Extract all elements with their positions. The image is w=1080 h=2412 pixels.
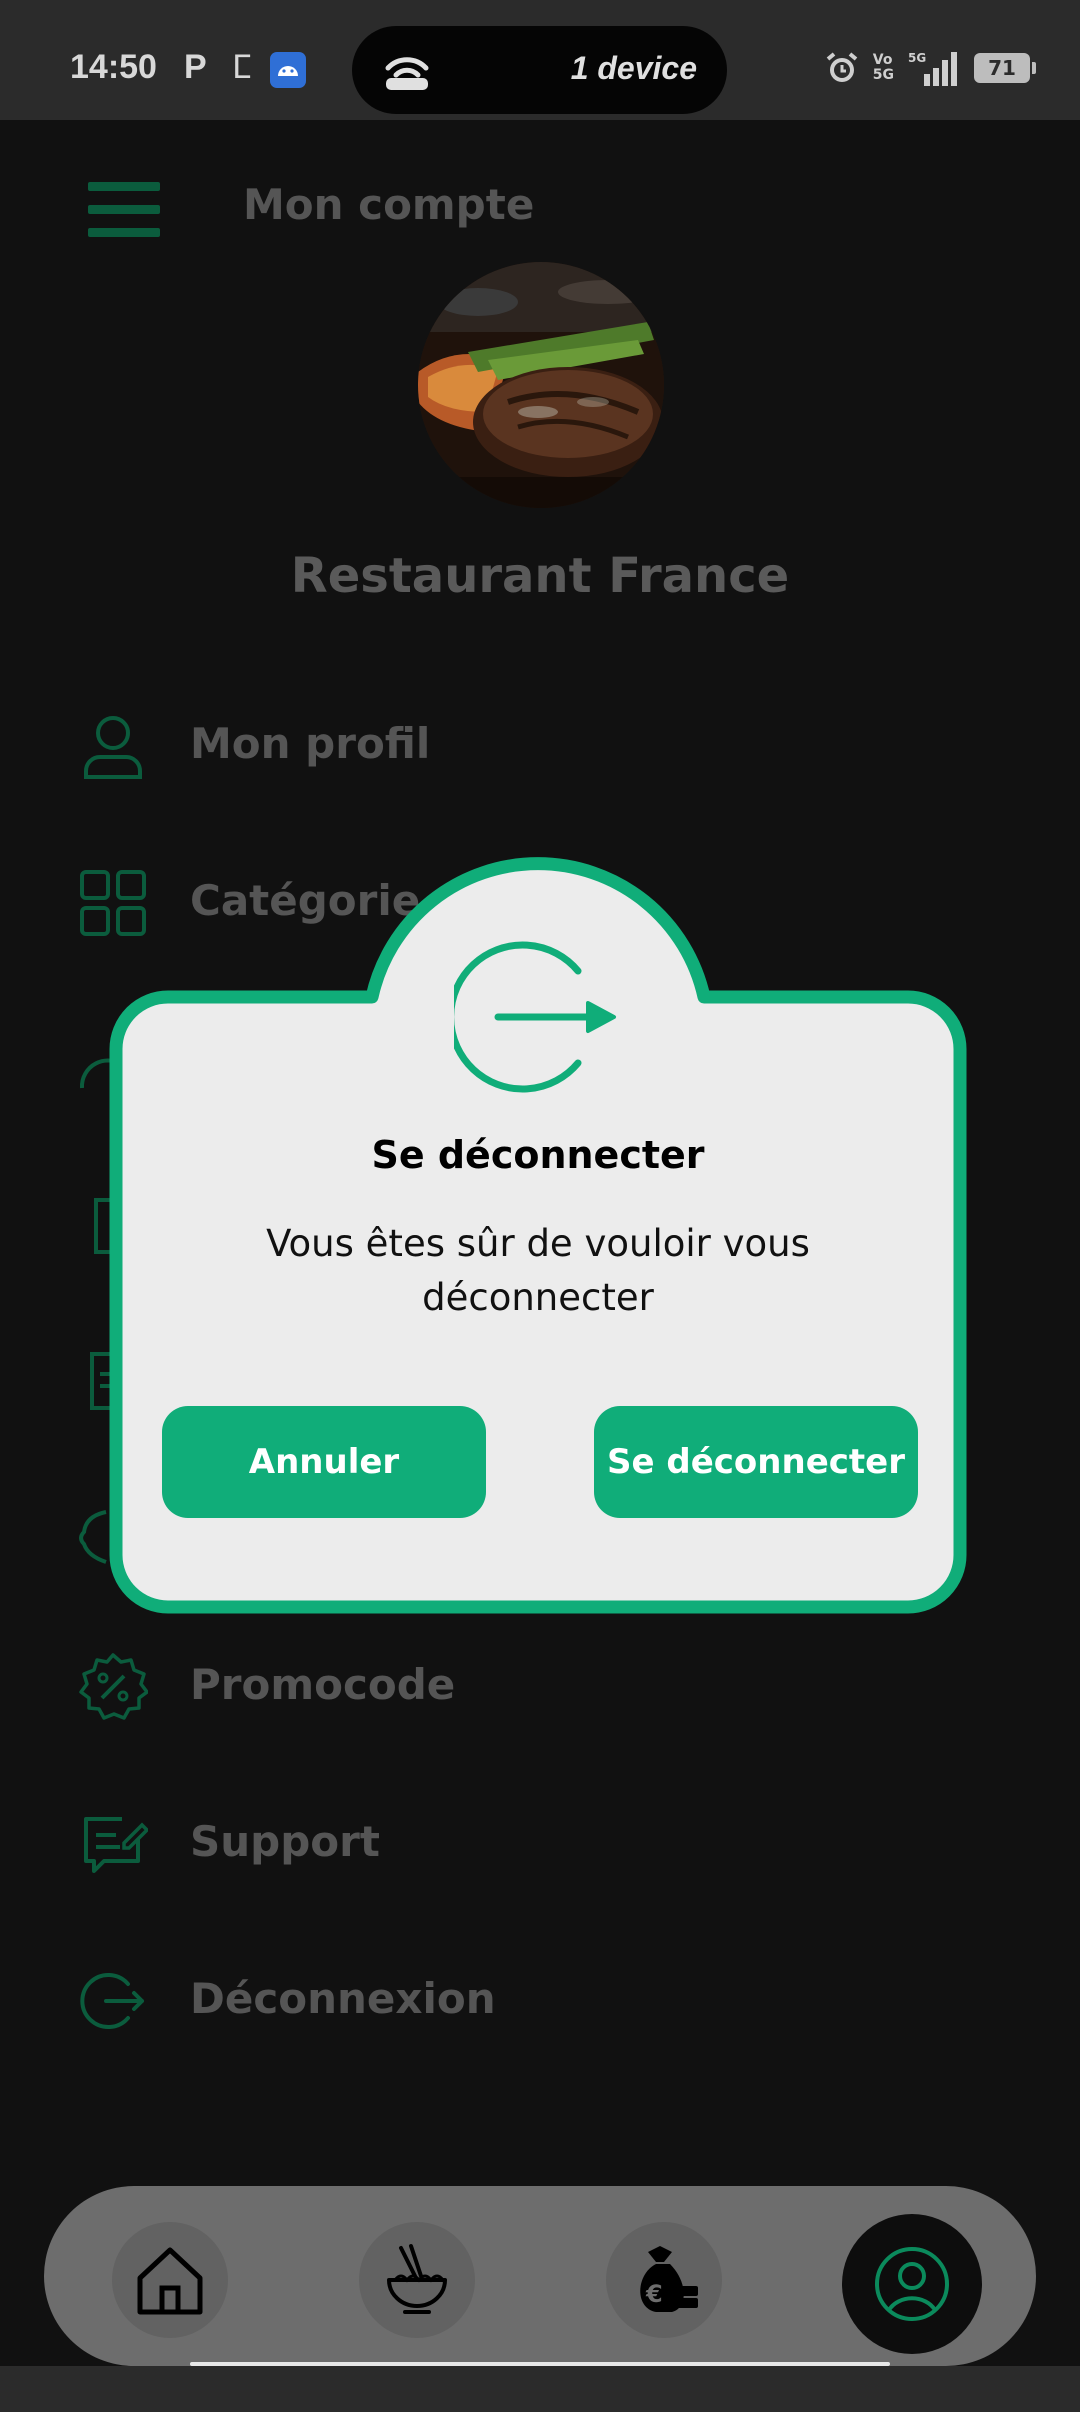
logout-dialog: Se déconnecter Vous êtes sûr de vouloir … (104, 855, 972, 1620)
menu-item-label: Mon profil (190, 719, 431, 768)
restaurant-name: Restaurant France (290, 548, 790, 604)
logout-icon (80, 1973, 144, 2029)
menu-item-deconnexion[interactable]: Déconnexion (78, 1956, 978, 2046)
status-bar: 14:50 P ⵎ 1 device Vo 5G 5G 71 (0, 0, 1080, 120)
hamburger-menu-icon[interactable] (88, 182, 160, 238)
menu-item-support[interactable]: Support (78, 1799, 978, 1889)
money-bag-euro-icon: € (640, 2246, 698, 2312)
food-bowl-icon (387, 2244, 447, 2314)
home-icon (137, 2247, 203, 2315)
svg-text:5G: 5G (908, 51, 926, 65)
svg-text:€: € (645, 2280, 663, 2308)
logout-icon (454, 941, 616, 1093)
bottom-navigation: € (44, 2186, 1036, 2366)
dialog-title: Se déconnecter (371, 1133, 705, 1177)
cancel-button[interactable]: Annuler (162, 1406, 486, 1518)
android-icon (270, 52, 306, 88)
nav-account-button[interactable] (842, 2214, 982, 2354)
menu-item-label: Support (190, 1817, 380, 1866)
hotspot-indicator[interactable]: 1 device (352, 26, 727, 114)
nav-food-button[interactable] (359, 2222, 475, 2338)
signal-5g-icon: 5G (908, 51, 957, 86)
menu-item-label: Promocode (190, 1660, 456, 1709)
alarm-icon (826, 52, 858, 82)
confirm-logout-button[interactable]: Se déconnecter (594, 1406, 918, 1518)
menu-item-label: Déconnexion (190, 1974, 496, 2023)
app-notification-icon: ⵎ (232, 48, 252, 86)
percent-badge-icon (79, 1653, 148, 1720)
nav-home-button[interactable] (112, 2222, 228, 2338)
system-gesture-bar (0, 2366, 1080, 2412)
user-icon (84, 716, 142, 779)
account-icon (875, 2247, 949, 2321)
hotspot-device-count: 1 device (570, 50, 697, 86)
status-icons: Vo 5G 5G 71 (825, 50, 1036, 86)
status-time: 14:50 (70, 48, 157, 86)
parking-app-icon: P (184, 48, 207, 86)
dialog-message: Vous êtes sûr de vouloir vous déconnecte… (266, 1222, 810, 1319)
page-title: Mon compte (243, 180, 535, 229)
menu-item-promocode[interactable]: Promocode (78, 1642, 978, 1732)
battery-icon: 71 (974, 53, 1036, 83)
message-edit-icon (84, 1817, 148, 1873)
avatar[interactable] (418, 262, 664, 508)
hotspot-icon (385, 57, 429, 90)
volte-5g-indicator: Vo 5G (872, 52, 894, 83)
nav-earnings-button[interactable]: € (606, 2222, 722, 2338)
menu-item-mon-profil[interactable]: Mon profil (78, 701, 978, 791)
